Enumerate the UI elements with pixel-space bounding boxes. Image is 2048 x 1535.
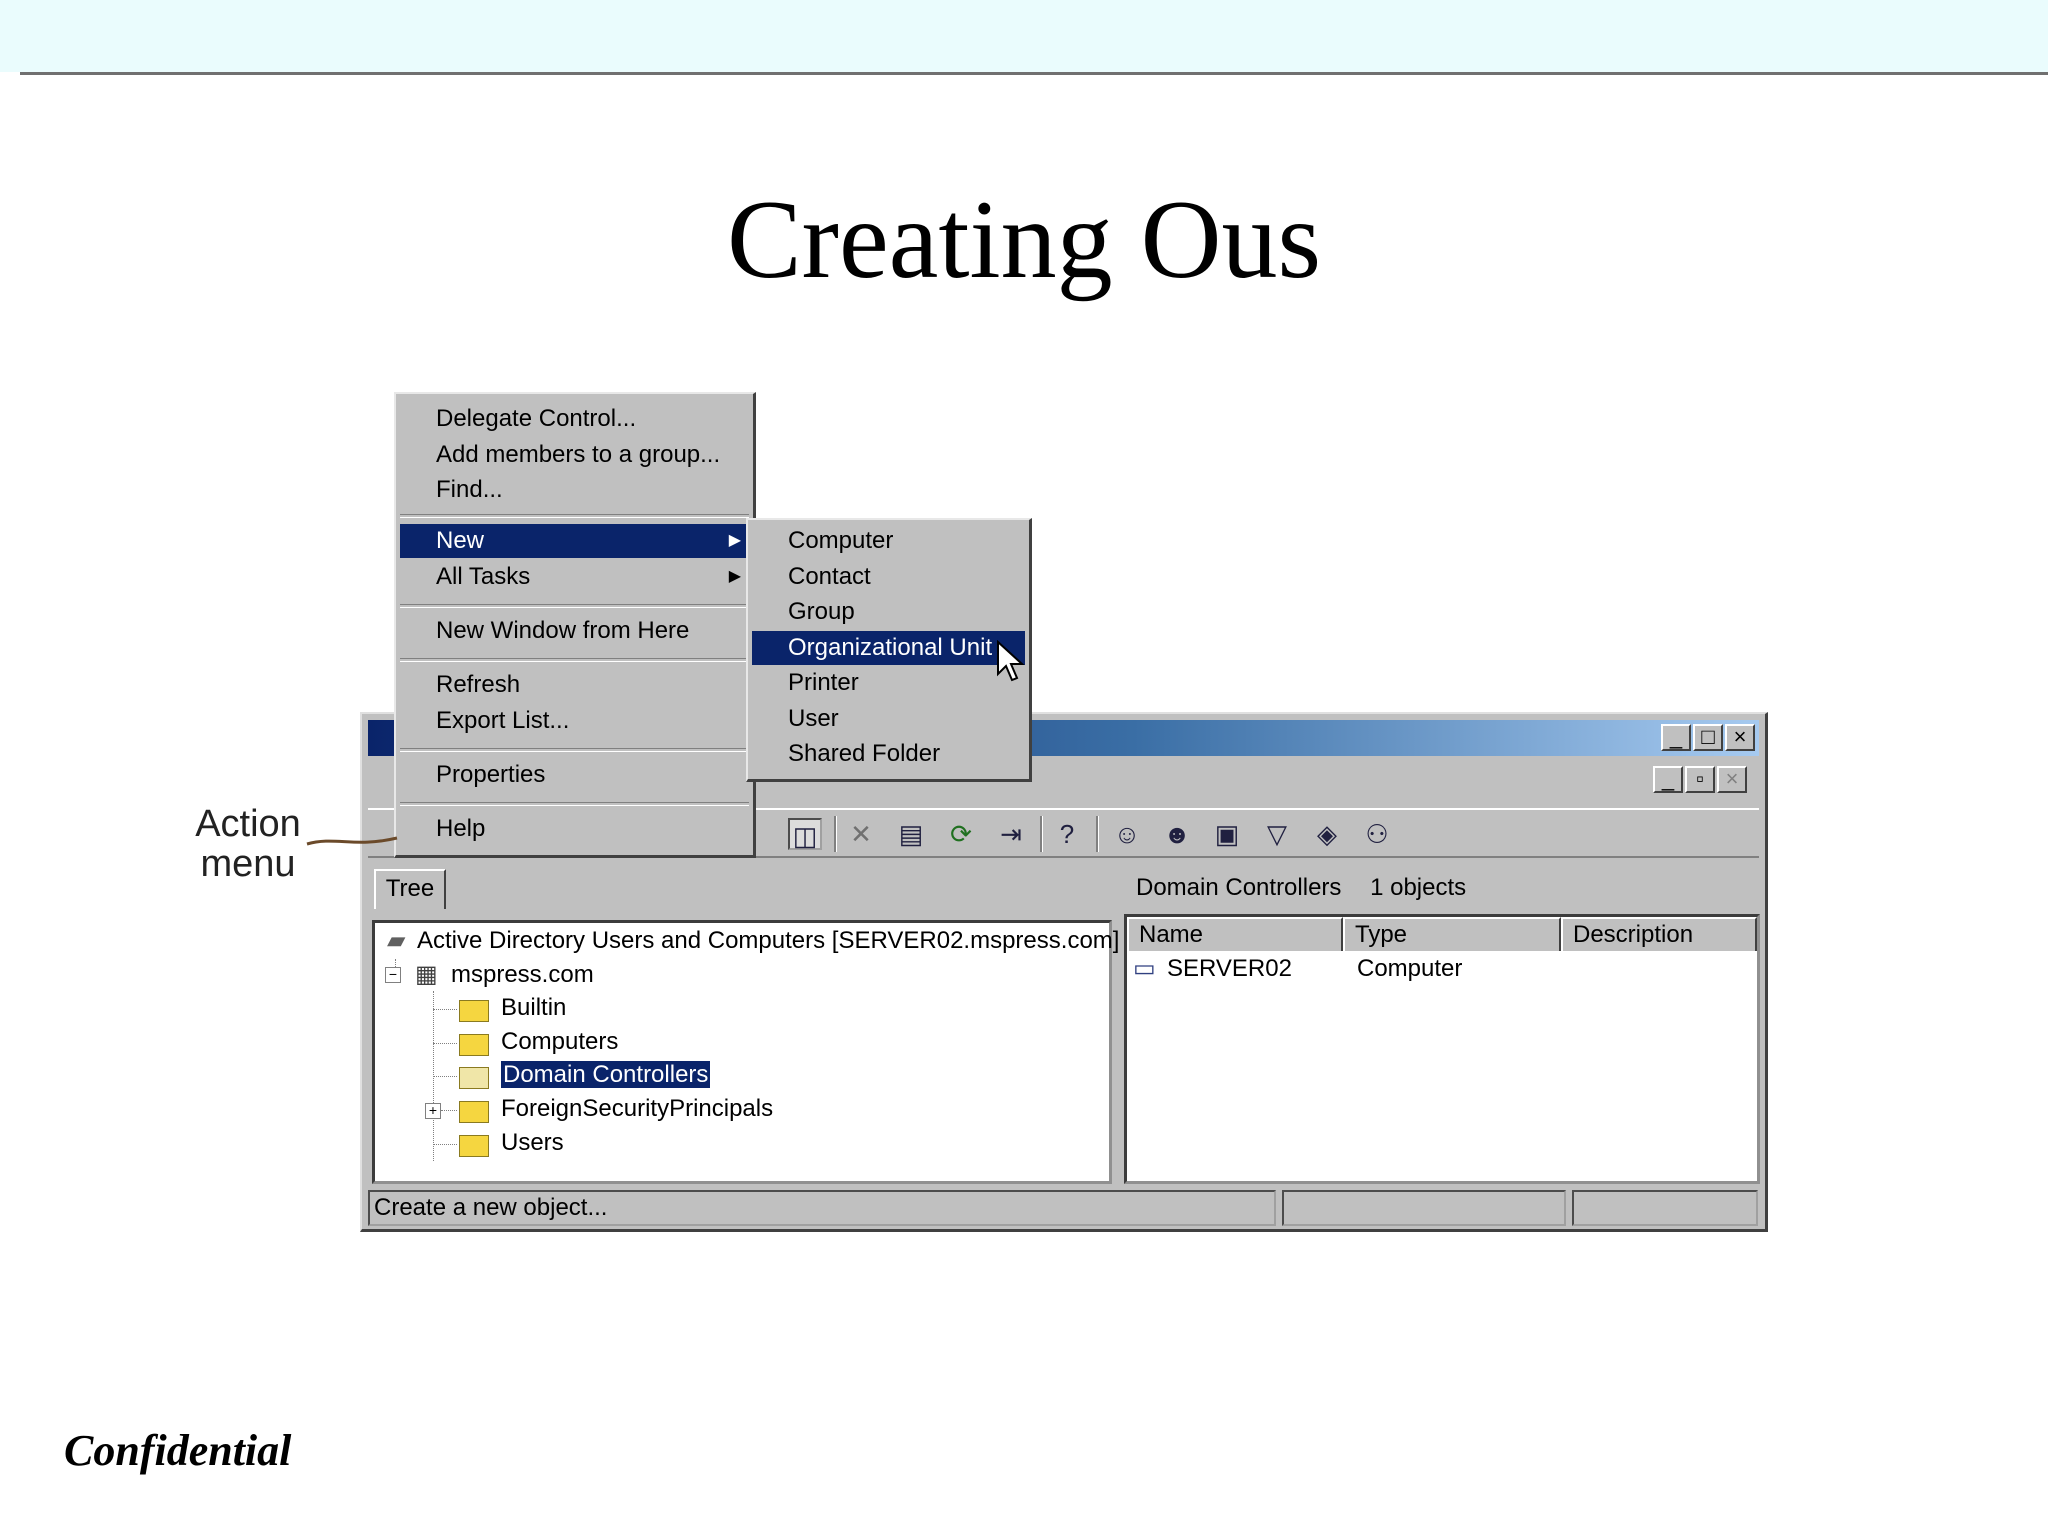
submenu-item-computer[interactable]: Computer bbox=[752, 524, 1025, 558]
refresh-icon[interactable]: ⟳ bbox=[944, 818, 978, 850]
add-to-group-icon[interactable]: ⚇ bbox=[1360, 818, 1394, 850]
submenu-item-shared-folder[interactable]: Shared Folder bbox=[752, 737, 1025, 771]
menu-item-all-tasks[interactable]: All Tasks ▶ bbox=[400, 560, 749, 594]
status-cell bbox=[1282, 1190, 1566, 1226]
column-header-description[interactable]: Description bbox=[1561, 917, 1757, 951]
delete-icon[interactable]: ✕ bbox=[844, 818, 878, 850]
maximize-button[interactable]: □ bbox=[1693, 724, 1723, 751]
find-icon[interactable]: ◈ bbox=[1310, 818, 1344, 850]
menu-item-export-list[interactable]: Export List... bbox=[400, 704, 749, 738]
confidential-footer: Confidential bbox=[64, 1426, 292, 1475]
tree-line bbox=[441, 1110, 457, 1111]
minimize-button[interactable]: _ bbox=[1661, 724, 1691, 751]
child-minimize-button[interactable]: _ bbox=[1653, 766, 1683, 793]
menu-separator bbox=[400, 802, 749, 806]
status-cell bbox=[1572, 1190, 1758, 1226]
list-row-type: Computer bbox=[1357, 955, 1463, 982]
header-rule bbox=[20, 72, 2048, 75]
toolbar-separator bbox=[1040, 816, 1043, 852]
help-icon[interactable]: ? bbox=[1050, 818, 1084, 850]
menu-item-help[interactable]: Help bbox=[400, 812, 749, 846]
folder-icon bbox=[459, 1101, 489, 1123]
directory-book-icon: ▰ bbox=[387, 927, 406, 954]
new-group-icon[interactable]: ☻ bbox=[1160, 818, 1194, 850]
ou-folder-icon bbox=[459, 1067, 489, 1089]
list-pane: Name Type Description ▭ SERVER02 Computer bbox=[1124, 914, 1760, 1184]
folder-icon bbox=[459, 1135, 489, 1157]
status-bar: Create a new object... bbox=[368, 1190, 1759, 1226]
computer-icon: ▭ bbox=[1133, 955, 1156, 982]
tree-root[interactable]: ▰ Active Directory Users and Computers [S… bbox=[387, 925, 1119, 957]
submenu-arrow-icon: ▶ bbox=[728, 532, 741, 549]
show-hide-tree-icon[interactable]: ◫ bbox=[788, 818, 822, 851]
menu-item-new-label: New bbox=[436, 527, 485, 554]
tree-root-label: Active Directory Users and Computers [SE… bbox=[417, 927, 1120, 954]
action-menu: Delegate Control... Add members to a gro… bbox=[394, 392, 756, 858]
tree-line bbox=[433, 1009, 457, 1010]
toolbar-separator bbox=[1096, 816, 1099, 852]
submenu-item-contact[interactable]: Contact bbox=[752, 560, 1025, 594]
list-row-name: SERVER02 bbox=[1167, 955, 1292, 982]
menu-item-all-tasks-label: All Tasks bbox=[436, 563, 531, 590]
tree-item-selected-label: Domain Controllers bbox=[499, 1060, 712, 1089]
domain-icon: ▦ bbox=[415, 961, 438, 988]
menu-item-delegate-control[interactable]: Delegate Control... bbox=[400, 402, 749, 436]
new-user-icon[interactable]: ☺ bbox=[1110, 818, 1144, 850]
child-restore-button[interactable]: ▫ bbox=[1685, 766, 1715, 793]
menu-separator bbox=[400, 514, 749, 518]
column-header-name[interactable]: Name bbox=[1127, 917, 1343, 951]
menu-separator bbox=[400, 748, 749, 752]
tree-line bbox=[433, 1043, 457, 1044]
submenu-arrow-icon: ▶ bbox=[728, 568, 741, 585]
menu-item-new[interactable]: New ▶ bbox=[400, 524, 749, 558]
tree-domain-label: mspress.com bbox=[451, 961, 594, 988]
right-header-folder: Domain Controllers bbox=[1136, 874, 1342, 901]
tree-item[interactable]: Computers bbox=[501, 1026, 618, 1058]
export-list-icon[interactable]: ⇥ bbox=[994, 818, 1028, 850]
slide-title: Creating Ous bbox=[726, 178, 1322, 302]
menu-item-refresh[interactable]: Refresh bbox=[400, 668, 749, 702]
filter-icon[interactable]: ▽ bbox=[1260, 818, 1294, 850]
collapse-icon[interactable]: − bbox=[385, 967, 401, 983]
folder-icon bbox=[459, 1000, 489, 1022]
tree-item-selected[interactable]: Domain Controllers bbox=[499, 1059, 712, 1091]
menu-item-properties[interactable]: Properties bbox=[400, 758, 749, 792]
callout-arrow-icon bbox=[306, 836, 398, 846]
close-button[interactable]: × bbox=[1725, 724, 1755, 751]
menu-item-add-members[interactable]: Add members to a group... bbox=[400, 438, 749, 472]
submenu-item-group[interactable]: Group bbox=[752, 595, 1025, 629]
folder-icon bbox=[459, 1034, 489, 1056]
menu-separator bbox=[400, 604, 749, 608]
list-row[interactable]: ▭ SERVER02 bbox=[1133, 953, 1292, 985]
action-menu-callout: Action menu bbox=[195, 803, 301, 885]
submenu-item-organizational-unit[interactable]: Organizational Unit bbox=[752, 631, 1025, 665]
menu-item-new-window[interactable]: New Window from Here bbox=[400, 614, 749, 648]
tree-item[interactable]: ForeignSecurityPrincipals bbox=[501, 1093, 773, 1125]
menu-separator bbox=[400, 658, 749, 662]
submenu-item-user[interactable]: User bbox=[752, 702, 1025, 736]
tab-tree[interactable]: Tree bbox=[374, 869, 446, 909]
child-close-button[interactable]: × bbox=[1717, 766, 1747, 793]
tree-line bbox=[433, 1144, 457, 1145]
tree-line bbox=[433, 1076, 457, 1077]
new-submenu: Computer Contact Group Organizational Un… bbox=[746, 518, 1032, 782]
toolbar-separator bbox=[834, 816, 837, 852]
right-pane-header: Domain Controllers 1 objects bbox=[1124, 869, 1760, 907]
properties-icon[interactable]: ▤ bbox=[894, 818, 928, 850]
tree-pane: ▰ Active Directory Users and Computers [S… bbox=[372, 920, 1119, 1184]
column-header-type[interactable]: Type bbox=[1343, 917, 1561, 951]
header-band bbox=[0, 0, 2048, 72]
new-ou-icon[interactable]: ▣ bbox=[1210, 818, 1244, 850]
expand-icon[interactable]: + bbox=[425, 1103, 441, 1119]
submenu-item-printer[interactable]: Printer bbox=[752, 666, 1025, 700]
tree-item[interactable]: Builtin bbox=[501, 992, 566, 1024]
tree-domain[interactable]: ▦ mspress.com bbox=[415, 959, 594, 991]
tree-item[interactable]: Users bbox=[501, 1127, 564, 1159]
status-text: Create a new object... bbox=[368, 1190, 1276, 1226]
menu-item-find[interactable]: Find... bbox=[400, 473, 749, 507]
right-header-count: 1 objects bbox=[1370, 874, 1467, 901]
mouse-cursor-icon bbox=[997, 640, 1025, 682]
